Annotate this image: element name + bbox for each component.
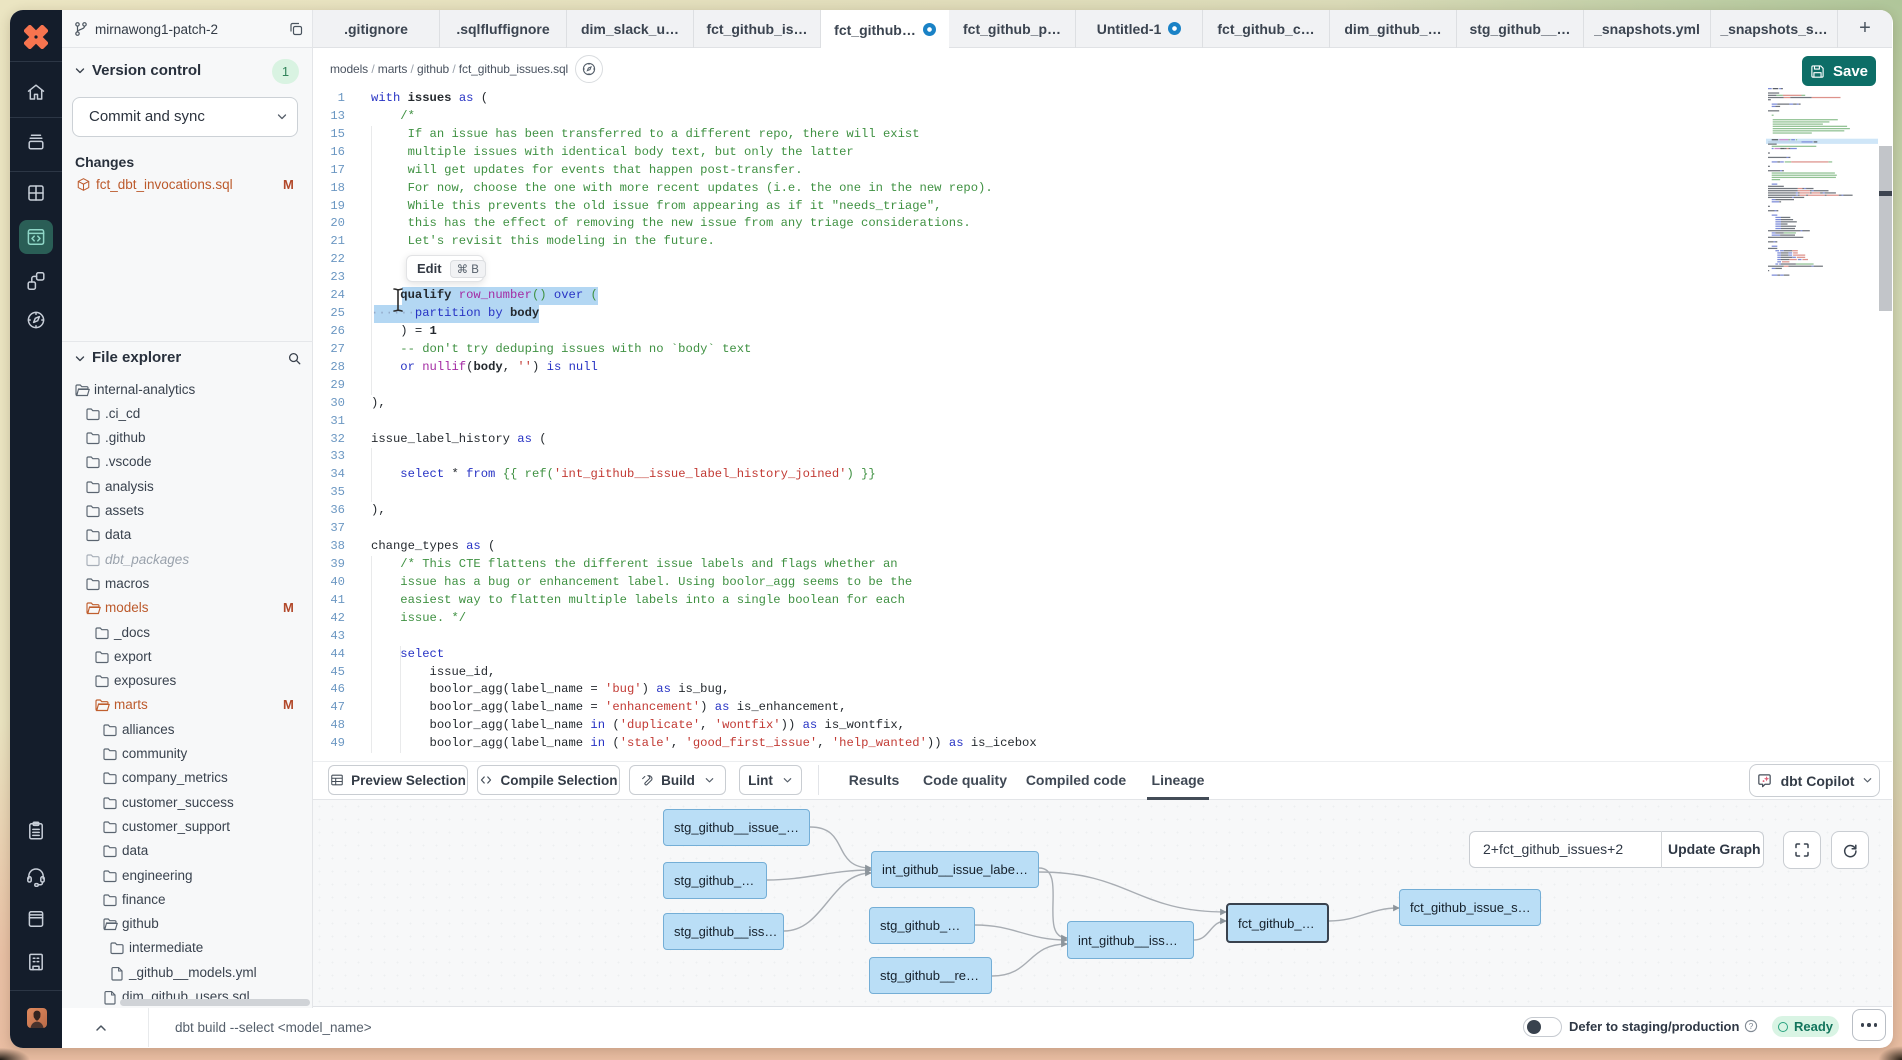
svg-text:?: ? <box>1749 1021 1754 1031</box>
